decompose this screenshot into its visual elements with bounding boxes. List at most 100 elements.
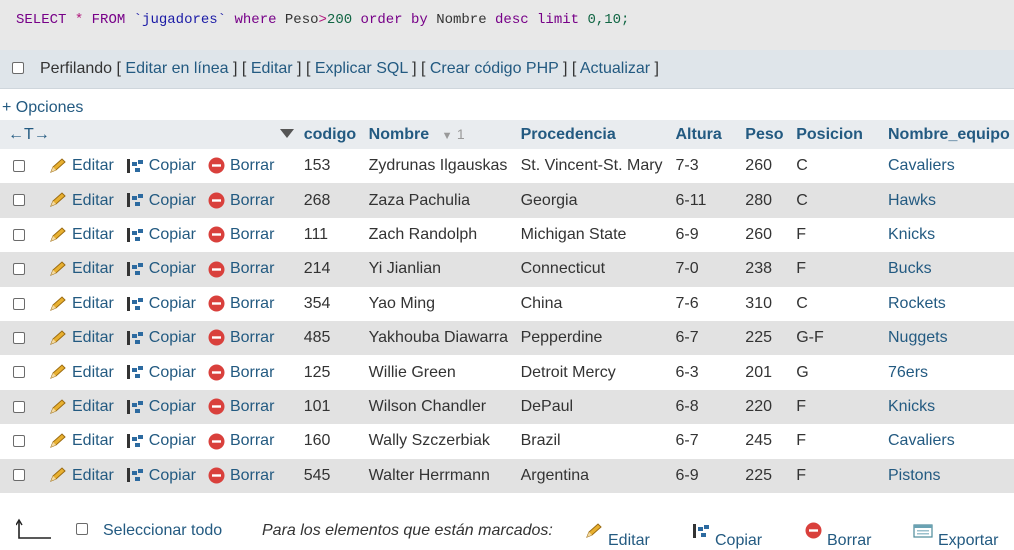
cell-altura[interactable]: 6-7 [669,320,740,356]
cell-peso[interactable]: 260 [739,149,791,184]
row-copy-button[interactable]: Copiar [126,432,196,449]
column-resize-arrows-icon[interactable]: ←T→ [8,126,50,143]
cell-posicion[interactable]: F [790,424,882,459]
header-altura[interactable]: Altura [669,120,740,149]
cell-nombre[interactable]: Yi Jianlian [362,252,515,287]
dropdown-triangle-icon[interactable] [279,129,294,138]
cell-posicion[interactable]: F [790,389,882,425]
cell-codigo[interactable]: 153 [297,149,363,184]
cell-peso[interactable]: 310 [739,286,791,321]
cell-nombre[interactable]: Zaza Pachulia [362,183,515,218]
row-copy-button[interactable]: Copiar [126,226,196,243]
cell-posicion[interactable]: F [790,217,882,253]
cell-codigo[interactable]: 485 [297,320,363,356]
cell-posicion[interactable]: G [790,355,882,390]
cell-equipo-link[interactable]: 76ers [882,355,1014,390]
cell-posicion[interactable]: F [790,252,882,287]
cell-procedencia[interactable]: Michigan State [514,217,670,253]
row-checkbox[interactable] [13,331,25,344]
header-posicion[interactable]: Posicion [790,120,882,149]
row-edit-button[interactable]: Editar [49,432,114,449]
edit-inline-link[interactable]: Editar en línea [125,60,228,77]
row-checkbox[interactable] [13,366,25,379]
cell-altura[interactable]: 7-0 [669,252,740,287]
row-edit-button[interactable]: Editar [49,157,114,174]
row-delete-button[interactable]: Borrar [208,467,274,484]
profiling-checkbox[interactable] [12,62,24,74]
create-php-link[interactable]: Crear código PHP [430,60,559,77]
cell-nombre[interactable]: Zydrunas Ilgauskas [362,149,515,184]
cell-nombre[interactable]: Zach Randolph [362,217,515,253]
cell-equipo-link[interactable]: Knicks [882,389,1014,425]
row-edit-button[interactable]: Editar [49,226,114,243]
bulk-export-button[interactable]: Exportar [913,522,998,549]
cell-procedencia[interactable]: Georgia [514,183,670,218]
cell-equipo-link[interactable]: Knicks [882,217,1014,253]
row-checkbox[interactable] [13,469,25,482]
cell-codigo[interactable]: 354 [297,286,363,321]
row-delete-button[interactable]: Borrar [208,329,274,346]
cell-posicion[interactable]: G-F [790,320,882,356]
header-peso[interactable]: Peso [739,120,791,149]
cell-peso[interactable]: 225 [739,320,791,356]
cell-posicion[interactable]: F [790,458,882,493]
cell-nombre[interactable]: Yao Ming [362,286,515,321]
cell-posicion[interactable]: C [790,149,882,184]
row-delete-button[interactable]: Borrar [208,398,274,415]
row-checkbox[interactable] [13,263,25,276]
cell-codigo[interactable]: 214 [297,252,363,287]
cell-procedencia[interactable]: Argentina [514,458,670,493]
cell-altura[interactable]: 7-6 [669,286,740,321]
edit-link[interactable]: Editar [251,60,293,77]
cell-peso[interactable]: 245 [739,424,791,459]
row-delete-button[interactable]: Borrar [208,295,274,312]
header-nombre[interactable]: Nombre ▼ 1 [362,120,515,149]
cell-codigo[interactable]: 111 [297,217,363,253]
cell-altura[interactable]: 6-11 [669,183,740,218]
cell-altura[interactable]: 6-9 [669,217,740,253]
cell-procedencia[interactable]: Connecticut [514,252,670,287]
explain-sql-link[interactable]: Explicar SQL [315,60,408,77]
header-codigo[interactable]: codigo [297,120,363,149]
cell-procedencia[interactable]: China [514,286,670,321]
cell-peso[interactable]: 220 [739,389,791,425]
cell-peso[interactable]: 260 [739,217,791,253]
row-edit-button[interactable]: Editar [49,398,114,415]
row-delete-button[interactable]: Borrar [208,260,274,277]
cell-procedencia[interactable]: Brazil [514,424,670,459]
header-procedencia[interactable]: Procedencia [514,120,670,149]
row-edit-button[interactable]: Editar [49,295,114,312]
cell-nombre[interactable]: Willie Green [362,355,515,390]
refresh-link[interactable]: Actualizar [580,60,650,77]
row-checkbox[interactable] [13,400,25,413]
row-edit-button[interactable]: Editar [49,329,114,346]
cell-peso[interactable]: 225 [739,458,791,493]
row-copy-button[interactable]: Copiar [126,260,196,277]
row-delete-button[interactable]: Borrar [208,192,274,209]
bulk-edit-button[interactable]: Editar [585,522,650,549]
cell-posicion[interactable]: C [790,183,882,218]
options-link[interactable]: + Opciones [2,99,83,117]
row-edit-button[interactable]: Editar [49,467,114,484]
header-equipo[interactable]: Nombre_equipo [882,120,1014,149]
cell-equipo-link[interactable]: Hawks [882,183,1014,218]
cell-procedencia[interactable]: Detroit Mercy [514,355,670,390]
row-delete-button[interactable]: Borrar [208,226,274,243]
row-delete-button[interactable]: Borrar [208,432,274,449]
cell-codigo[interactable]: 268 [297,183,363,218]
row-copy-button[interactable]: Copiar [126,398,196,415]
cell-equipo-link[interactable]: Bucks [882,252,1014,287]
cell-peso[interactable]: 201 [739,355,791,390]
row-copy-button[interactable]: Copiar [126,329,196,346]
cell-equipo-link[interactable]: Rockets [882,286,1014,321]
cell-nombre[interactable]: Wilson Chandler [362,389,515,425]
row-checkbox[interactable] [13,435,25,448]
row-checkbox[interactable] [13,194,25,207]
cell-nombre[interactable]: Wally Szczerbiak [362,424,515,459]
row-delete-button[interactable]: Borrar [208,364,274,381]
cell-nombre[interactable]: Walter Herrmann [362,458,515,493]
cell-equipo-link[interactable]: Cavaliers [882,424,1014,459]
cell-procedencia[interactable]: St. Vincent-St. Mary [514,149,670,184]
row-checkbox[interactable] [13,297,25,310]
cell-procedencia[interactable]: Pepperdine [514,320,670,356]
